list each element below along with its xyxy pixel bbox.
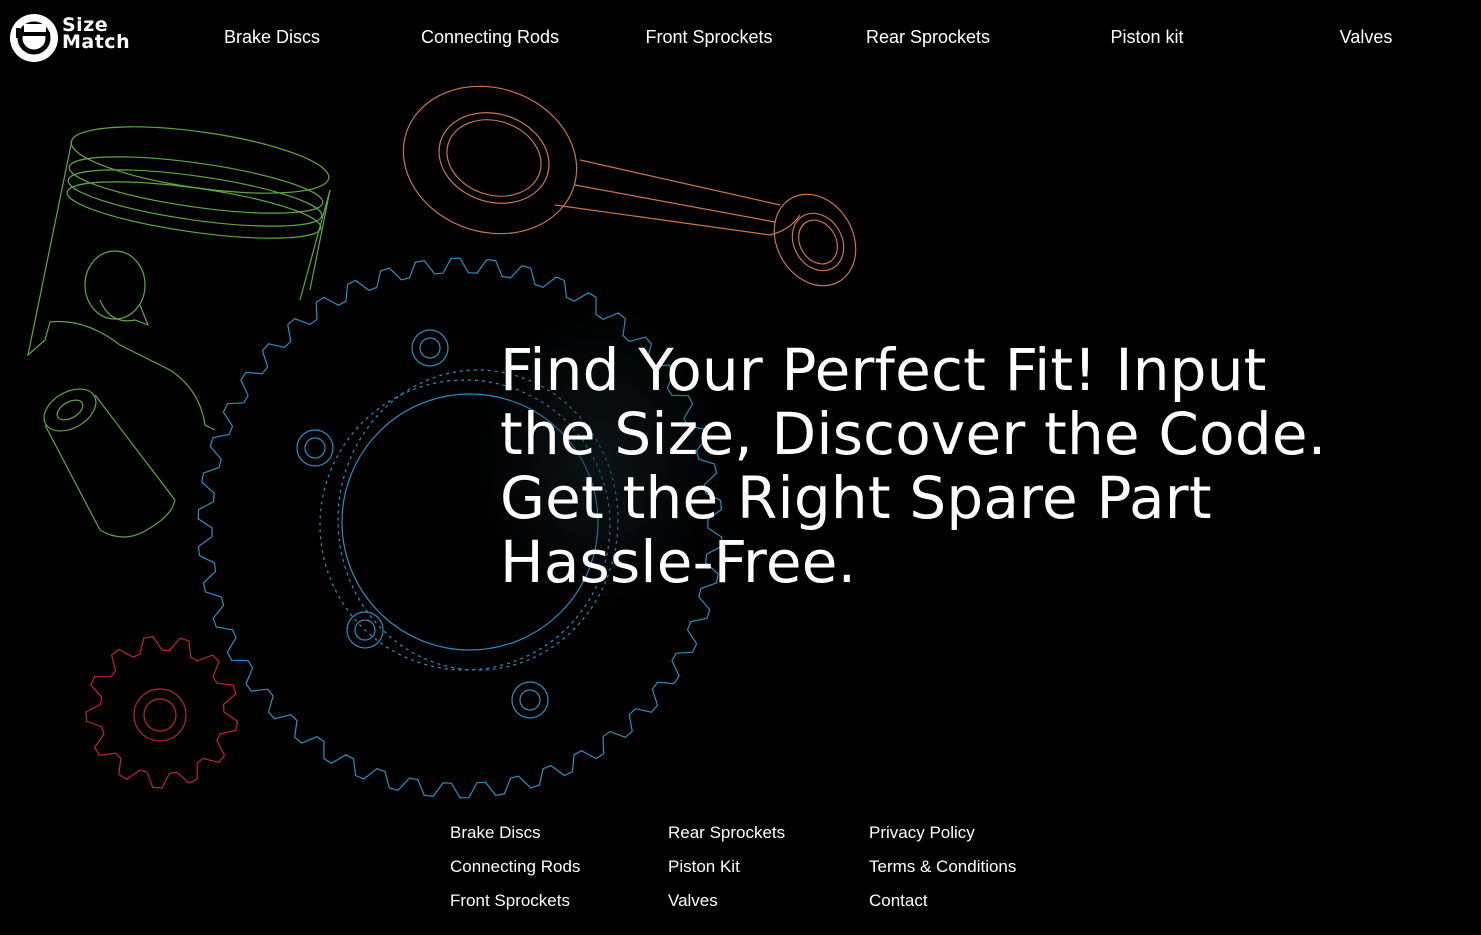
hero-line-1: Find Your Perfect Fit! Input (500, 336, 1267, 404)
nav-front-sprockets[interactable]: Front Sprockets (645, 27, 772, 48)
footer-link-piston-kit[interactable]: Piston Kit (668, 850, 785, 884)
footer-link-contact[interactable]: Contact (869, 884, 1016, 918)
footer-link-valves[interactable]: Valves (668, 884, 785, 918)
footer-link-connecting-rods[interactable]: Connecting Rods (450, 850, 580, 884)
page: Size Match Brake Discs Connecting Rods F… (0, 0, 1481, 935)
footer-column-products-1: Brake Discs Connecting Rods Front Sprock… (450, 816, 580, 918)
logo-mark-icon (10, 14, 58, 62)
footer-column-legal: Privacy Policy Terms & Conditions Contac… (869, 816, 1016, 918)
footer-link-brake-discs[interactable]: Brake Discs (450, 816, 580, 850)
logo-wordmark: Size Match (62, 16, 131, 53)
hero-heading: Find Your Perfect Fit! Input the Size, D… (500, 338, 1460, 594)
nav-valves[interactable]: Valves (1340, 27, 1393, 48)
connecting-rod-drawing (402, 85, 857, 287)
front-sprocket-drawing (85, 635, 239, 789)
wrist-pin-drawing (43, 388, 176, 538)
nav-piston-kit[interactable]: Piston kit (1110, 27, 1183, 48)
footer-link-privacy-policy[interactable]: Privacy Policy (869, 816, 1016, 850)
nav-connecting-rods[interactable]: Connecting Rods (421, 27, 559, 48)
footer-column-products-2: Rear Sprockets Piston Kit Valves (668, 816, 785, 918)
hero-line-3: Get the Right Spare Part (500, 464, 1212, 532)
size-match-logo[interactable]: Size Match (10, 13, 150, 63)
logo-line-2: Match (62, 31, 131, 53)
footer-link-front-sprockets[interactable]: Front Sprockets (450, 884, 580, 918)
piston-drawing (27, 126, 331, 431)
hero-line-2: the Size, Discover the Code. (500, 400, 1327, 468)
footer-link-rear-sprockets[interactable]: Rear Sprockets (668, 816, 785, 850)
nav-rear-sprockets[interactable]: Rear Sprockets (866, 27, 990, 48)
nav-brake-discs[interactable]: Brake Discs (224, 27, 320, 48)
hero-line-4: Hassle-Free. (500, 528, 857, 596)
footer-link-terms-conditions[interactable]: Terms & Conditions (869, 850, 1016, 884)
